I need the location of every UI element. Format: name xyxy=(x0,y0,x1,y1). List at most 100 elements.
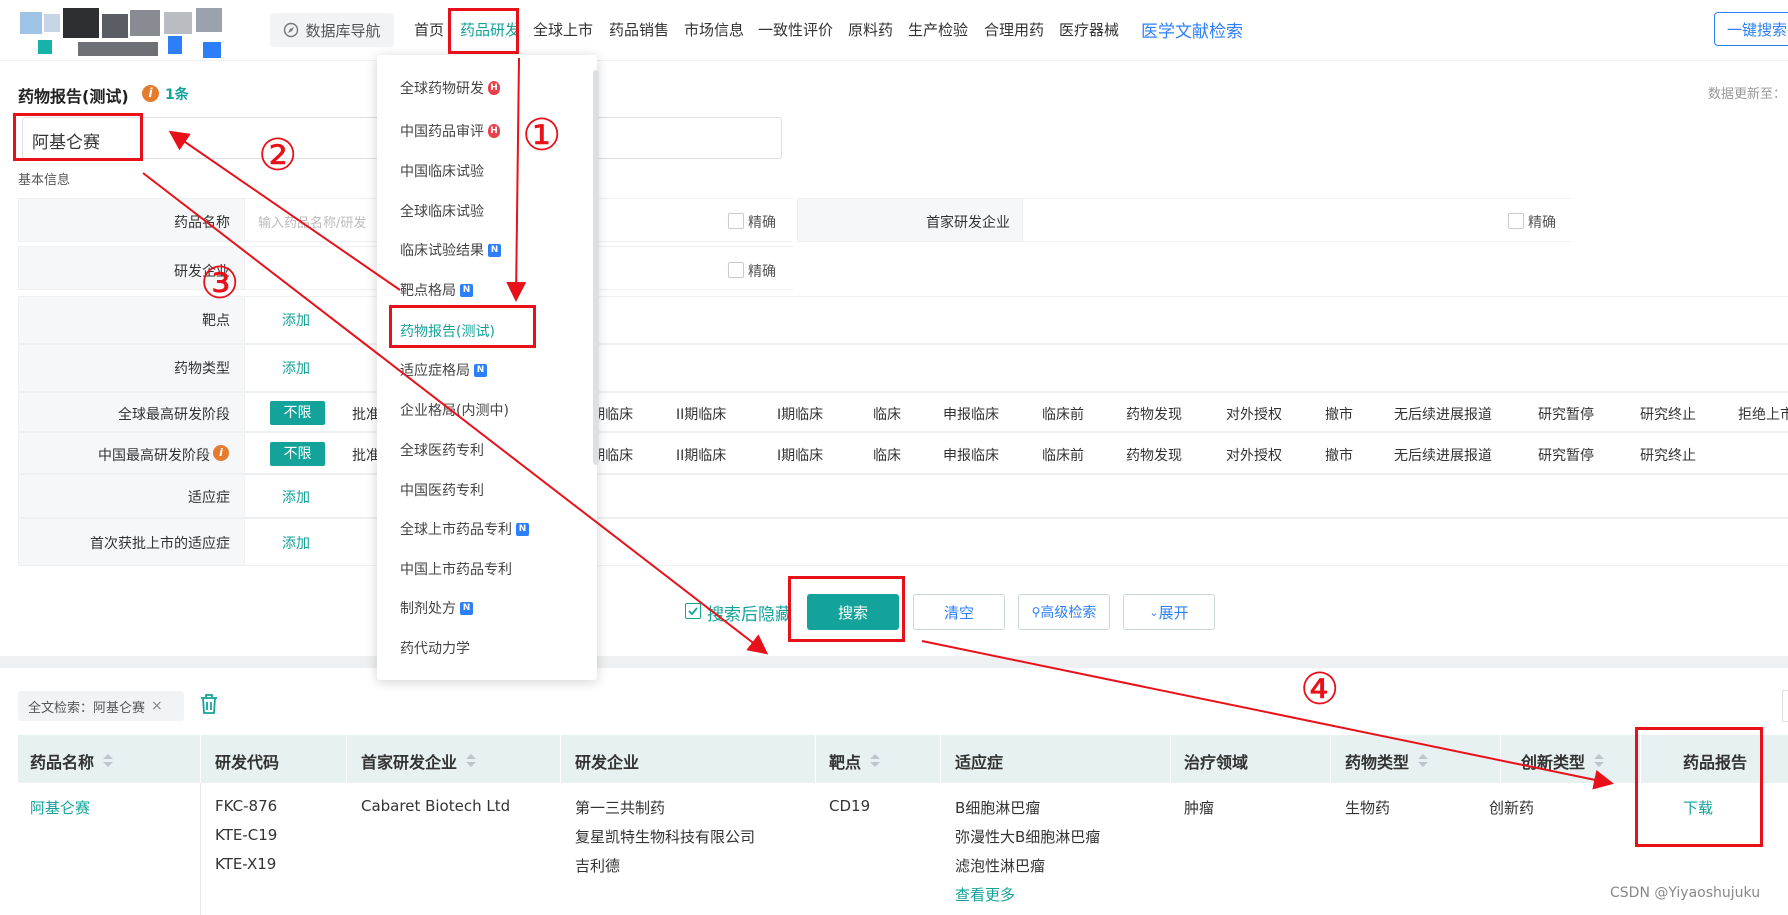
row-drug-name-link[interactable]: 阿基仑赛 xyxy=(30,797,90,818)
global-stage-option[interactable]: 临床前 xyxy=(1042,404,1084,424)
china-stage-option[interactable]: 临床前 xyxy=(1042,445,1084,465)
trash-icon[interactable] xyxy=(198,692,220,716)
global-stage-option[interactable]: 临床 xyxy=(873,404,901,424)
menu-item-clinical-results[interactable]: 临床试验结果 N xyxy=(400,240,501,260)
first-approved-add-link[interactable]: 添加 xyxy=(282,533,310,553)
hide-after-search-label[interactable]: 搜索后隐藏 xyxy=(707,600,792,625)
global-stage-label: 全球最高研发阶段 xyxy=(118,407,230,423)
row-view-more-link[interactable]: 查看更多 xyxy=(955,884,1015,905)
china-stage-option[interactable]: 研究终止 xyxy=(1640,445,1696,465)
china-stage-option[interactable]: 药物发现 xyxy=(1126,445,1182,465)
menu-item-target-landscape[interactable]: 靶点格局 N xyxy=(400,280,473,300)
menu-item-global-patents[interactable]: 全球医药专利 xyxy=(400,440,484,460)
dropdown-scrollbar[interactable] xyxy=(593,70,599,465)
clear-button[interactable]: 清空 xyxy=(913,594,1005,630)
global-stage-option[interactable]: 无后续进展报道 xyxy=(1394,404,1492,424)
sort-icon[interactable] xyxy=(869,753,881,769)
global-stage-option[interactable]: 拒绝上市 xyxy=(1738,404,1788,424)
target-add-link[interactable]: 添加 xyxy=(282,310,310,330)
nav-api[interactable]: 原料药 xyxy=(848,19,893,40)
menu-item-global-clinical-trials[interactable]: 全球临床试验 xyxy=(400,201,484,221)
database-nav-label: 数据库导航 xyxy=(305,21,381,40)
menu-item-china-clinical-trials[interactable]: 中国临床试验 xyxy=(400,161,484,181)
china-stage-approved[interactable]: 批准 xyxy=(352,445,380,465)
menu-item-pharmacokinetics[interactable]: 药代动力学 xyxy=(400,638,470,658)
drug-name-label: 药品名称 xyxy=(174,215,230,231)
quick-search-button[interactable]: 一键搜索 xyxy=(1714,12,1788,46)
menu-item-china-patents[interactable]: 中国医药专利 xyxy=(400,480,484,500)
col-header-label: 药物类型 xyxy=(1345,753,1410,772)
global-stage-option[interactable]: 研究暂停 xyxy=(1538,404,1594,424)
nav-rational-use[interactable]: 合理用药 xyxy=(984,19,1044,40)
advanced-search-button[interactable]: ⚲ 高级检索 xyxy=(1018,594,1110,630)
close-icon[interactable]: × xyxy=(151,698,163,714)
global-stage-option[interactable]: 申报临床 xyxy=(943,404,999,424)
nav-medical-devices[interactable]: 医疗器械 xyxy=(1059,19,1119,40)
global-stage-approved[interactable]: 批准 xyxy=(352,404,380,424)
hide-after-search-checkbox[interactable] xyxy=(685,603,701,619)
row-indication: 弥漫性大B细胞淋巴瘤 xyxy=(955,828,1101,846)
menu-item-china-launched-patents[interactable]: 中国上市药品专利 xyxy=(400,559,512,579)
global-stage-option[interactable]: I期临床 xyxy=(777,404,823,424)
nav-global-launch[interactable]: 全球上市 xyxy=(533,19,593,40)
china-stage-option[interactable]: 无后续进展报道 xyxy=(1394,445,1492,465)
expand-button[interactable]: ⌄ 展开 xyxy=(1123,594,1215,630)
company-exact-checkbox[interactable] xyxy=(728,262,744,278)
menu-item-global-drug-rd[interactable]: 全球药物研发 H xyxy=(400,78,500,98)
col-header-label: 研发代码 xyxy=(215,753,280,772)
global-stage-option[interactable]: 药物发现 xyxy=(1126,404,1182,424)
row-company: 第一三共制药 xyxy=(575,799,666,817)
nav-drug-sales[interactable]: 药品销售 xyxy=(609,19,669,40)
drug-name-exact-checkbox[interactable] xyxy=(728,213,744,229)
result-count: 1条 xyxy=(165,87,189,103)
sort-icon[interactable] xyxy=(1593,753,1605,769)
sort-icon[interactable] xyxy=(102,753,114,769)
info-icon[interactable]: i xyxy=(142,85,159,102)
china-stage-option[interactable]: 撤市 xyxy=(1325,445,1353,465)
global-stage-option[interactable]: 对外授权 xyxy=(1226,404,1282,424)
col-header-target[interactable]: 靶点 xyxy=(829,749,881,773)
china-stage-option[interactable]: 申报临床 xyxy=(943,445,999,465)
china-stage-option[interactable]: I期临床 xyxy=(777,445,823,465)
col-header-innovation[interactable]: 创新类型 xyxy=(1521,749,1605,773)
global-stage-option[interactable]: II期临床 xyxy=(676,404,726,424)
china-stage-info-icon[interactable]: i xyxy=(213,445,229,461)
china-stage-option[interactable]: 对外授权 xyxy=(1226,445,1282,465)
china-stage-option[interactable]: 研究暂停 xyxy=(1538,445,1594,465)
menu-item-label: 制剂处方 xyxy=(400,601,456,617)
new-badge-icon: N xyxy=(474,363,487,377)
menu-item-formulation[interactable]: 制剂处方 N xyxy=(400,598,473,618)
nav-consistency-eval[interactable]: 一致性评价 xyxy=(758,19,833,40)
nav-home[interactable]: 首页 xyxy=(414,19,444,40)
col-header-first-company[interactable]: 首家研发企业 xyxy=(361,749,477,773)
menu-item-china-drug-review[interactable]: 中国药品审评 H xyxy=(400,121,500,141)
nav-literature-search[interactable]: 医学文献检索 xyxy=(1141,17,1243,42)
global-stage-unlimited-tag[interactable]: 不限 xyxy=(270,401,325,425)
row-target: CD19 xyxy=(829,797,871,815)
col-header-drug-name[interactable]: 药品名称 xyxy=(30,749,114,773)
first-company-exact-label: 精确 xyxy=(1528,215,1556,231)
col-header-drug-type[interactable]: 药物类型 xyxy=(1345,749,1429,773)
filter-chip-label: 全文检索：阿基仑赛 xyxy=(28,700,146,716)
drug-type-add-link[interactable]: 添加 xyxy=(282,358,310,378)
target-label: 靶点 xyxy=(202,313,230,329)
china-stage-option[interactable]: 临床 xyxy=(873,445,901,465)
global-stage-option[interactable]: 研究终止 xyxy=(1640,404,1696,424)
first-company-input[interactable] xyxy=(1022,199,1571,241)
menu-item-label: 全球上市药品专利 xyxy=(400,522,512,538)
first-company-exact-checkbox[interactable] xyxy=(1508,213,1524,229)
menu-item-indication-landscape[interactable]: 适应症格局 N xyxy=(400,360,487,380)
database-nav-button[interactable]: 数据库导航 xyxy=(270,13,394,47)
nav-market-info[interactable]: 市场信息 xyxy=(684,19,744,40)
menu-item-company-landscape[interactable]: 企业格局(内测中) xyxy=(400,400,509,420)
sort-icon[interactable] xyxy=(1417,753,1429,769)
menu-item-global-launched-patents[interactable]: 全球上市药品专利 N xyxy=(400,519,529,539)
china-stage-option[interactable]: II期临床 xyxy=(676,445,726,465)
annotation-step-2: ② xyxy=(258,130,298,181)
china-stage-unlimited-tag[interactable]: 不限 xyxy=(270,442,325,466)
indication-add-link[interactable]: 添加 xyxy=(282,487,310,507)
global-stage-option[interactable]: 撤市 xyxy=(1325,404,1353,424)
nav-production-inspection[interactable]: 生产检验 xyxy=(908,19,968,40)
sort-icon[interactable] xyxy=(465,753,477,769)
quick-search-label: 一键搜索 xyxy=(1727,20,1788,39)
